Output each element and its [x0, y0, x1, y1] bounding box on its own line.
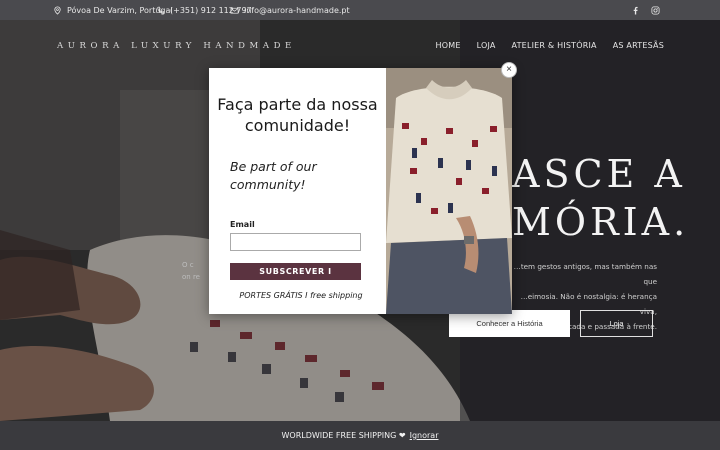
- email-text[interactable]: info@aurora-handmade.pt: [244, 6, 350, 15]
- subscribe-button[interactable]: SUBSCREVER I: [230, 263, 361, 280]
- instagram-link[interactable]: [651, 0, 660, 20]
- hero-text-line1: …tem gestos antigos, mas também nas que: [513, 262, 657, 286]
- phone-icon: [157, 6, 165, 14]
- mail-icon: [230, 7, 239, 14]
- facebook-icon[interactable]: [631, 6, 640, 15]
- email-item[interactable]: info@aurora-handmade.pt: [230, 0, 350, 20]
- shop-button[interactable]: Loja: [580, 310, 653, 337]
- nav-artesas[interactable]: AS ARTESÃS: [613, 41, 664, 50]
- nav-links: HOME LOJA ATELIER & HISTÓRIA AS ARTESÃS: [436, 41, 665, 50]
- free-shipping-note: PORTES GRÁTIS I free shipping: [239, 291, 363, 300]
- nav-atelier[interactable]: ATELIER & HISTÓRIA: [512, 41, 597, 50]
- popup-form-panel: Faça parte da nossa comunidade! Be part …: [209, 68, 386, 314]
- top-info-bar: Póvoa De Varzim, Portugal (+351) 912 112…: [0, 0, 720, 20]
- hero-left-fragment-2: on re: [182, 273, 200, 281]
- shipping-banner: WORLDWIDE FREE SHIPPING ❤ Ignorar: [0, 421, 720, 450]
- sweater-photo: [386, 68, 512, 314]
- nav-loja[interactable]: LOJA: [477, 41, 496, 50]
- main-nav: AURORA LUXURY HANDMADE HOME LOJA ATELIER…: [0, 20, 720, 72]
- popup-title: Faça parte da nossa comunidade!: [217, 95, 378, 135]
- newsletter-popup: Faça parte da nossa comunidade! Be part …: [209, 68, 512, 314]
- hero-title-line2: MÓRIA.: [512, 200, 690, 244]
- facebook-link[interactable]: [631, 0, 640, 20]
- close-icon: ×: [506, 64, 512, 75]
- instagram-icon[interactable]: [651, 5, 660, 15]
- shipping-banner-text: WORLDWIDE FREE SHIPPING ❤: [281, 431, 406, 440]
- nav-home[interactable]: HOME: [436, 41, 461, 50]
- email-field[interactable]: [230, 233, 361, 251]
- hero-left-fragment-1: O c: [182, 261, 194, 269]
- popup-image: [386, 68, 512, 314]
- location-item: Póvoa De Varzim, Portugal: [53, 0, 173, 20]
- hero-title-line1: ASCE A: [512, 152, 686, 196]
- email-label: Email: [230, 220, 255, 229]
- map-pin-icon: [54, 5, 61, 15]
- dismiss-link[interactable]: Ignorar: [410, 431, 439, 440]
- popup-subtitle: Be part of our community!: [230, 159, 317, 192]
- story-button[interactable]: Conhecer a História: [449, 310, 570, 337]
- brand-logo[interactable]: AURORA LUXURY HANDMADE: [57, 41, 296, 51]
- close-popup-button[interactable]: ×: [501, 62, 517, 78]
